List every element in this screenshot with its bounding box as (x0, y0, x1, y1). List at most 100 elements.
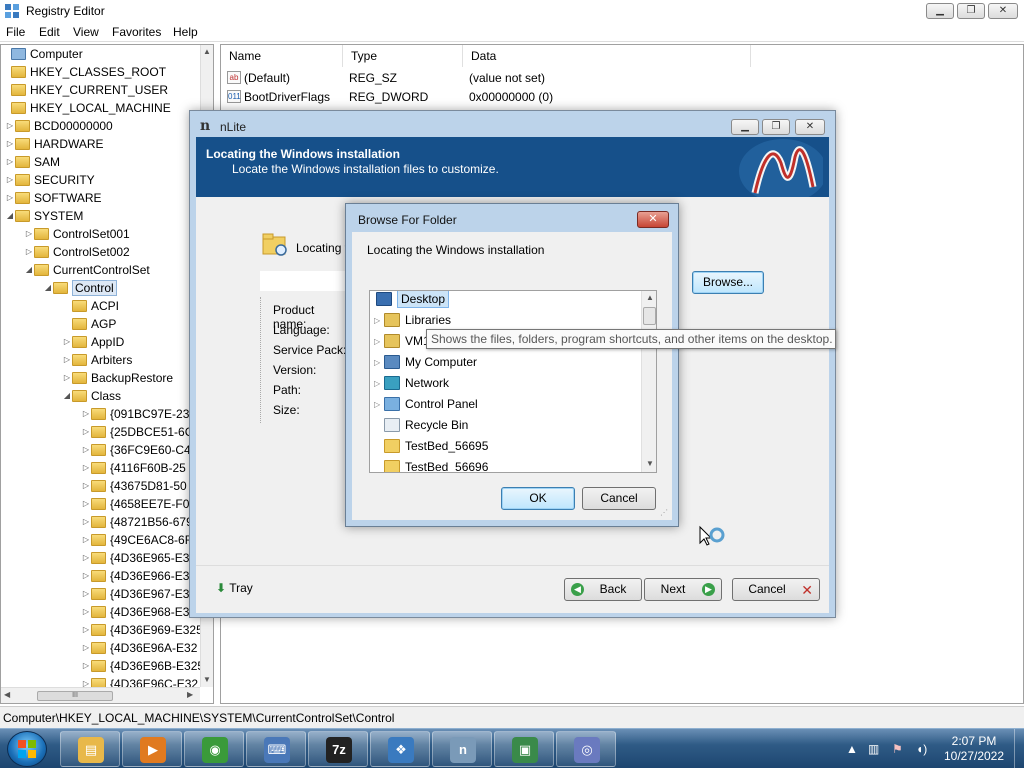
expand-toggle-icon[interactable]: ◢ (62, 387, 72, 405)
expand-toggle-icon[interactable]: ▷ (374, 310, 384, 331)
tree-node[interactable]: HKEY_CURRENT_USER (1, 81, 168, 99)
show-hidden-icons[interactable]: ▲ (846, 742, 858, 756)
back-button[interactable]: ◀ Back (564, 578, 642, 601)
expand-toggle-icon[interactable]: ▷ (374, 352, 384, 373)
action-center-icon[interactable]: ⚑ (892, 742, 903, 756)
expand-toggle-icon[interactable]: ▷ (81, 639, 91, 657)
taskbar-button[interactable]: ◉ (184, 731, 244, 767)
expand-toggle-icon[interactable]: ◢ (5, 207, 15, 225)
folder-tree-item[interactable]: ▷ VM1 (374, 331, 430, 352)
tree-node[interactable]: ▷ {49CE6AC8-6F (81, 531, 192, 549)
folder-tree[interactable]: Desktop ▷ Libraries ▷ VM1 ▷ My Computer ▷ Networ… (369, 290, 657, 473)
expand-toggle-icon[interactable]: ▷ (81, 477, 91, 495)
registry-key-tree[interactable]: Computer HKEY_CLASSES_ROOT HKEY_CURRENT_US… (0, 44, 214, 704)
expand-toggle-icon[interactable]: ▷ (62, 333, 72, 351)
tree-node[interactable]: ACPI (62, 297, 119, 315)
folder-tree-item[interactable]: Recycle Bin (374, 415, 468, 436)
tree-node[interactable]: ▷ {43675D81-50 (81, 477, 187, 495)
expand-toggle-icon[interactable]: ▷ (62, 351, 72, 369)
expand-toggle-icon[interactable]: ▷ (81, 567, 91, 585)
show-desktop-button[interactable] (1014, 729, 1024, 768)
expand-toggle-icon[interactable]: ◢ (43, 279, 53, 297)
scroll-up-icon[interactable]: ▲ (203, 47, 211, 56)
nlite-titlebar[interactable]: n nLite ▁ ❐ ✕ (190, 111, 835, 137)
minimize-button[interactable]: ▁ (926, 3, 954, 19)
scroll-down-icon[interactable]: ▼ (646, 459, 654, 468)
expand-toggle-icon[interactable]: ▷ (81, 441, 91, 459)
scroll-up-icon[interactable]: ▲ (646, 293, 654, 302)
taskbar-button[interactable]: 7z (308, 731, 368, 767)
tree-node[interactable]: AGP (62, 315, 116, 333)
value-row[interactable]: ab (Default) REG_SZ (value not set) (227, 69, 747, 87)
expand-toggle-icon[interactable]: ▷ (5, 153, 15, 171)
tree-node[interactable]: ▷ {4D36E966-E3 (81, 567, 189, 585)
expand-toggle-icon[interactable]: ▷ (5, 117, 15, 135)
tree-node[interactable]: ▷ BCD00000000 (5, 117, 113, 135)
tree-node[interactable]: HKEY_LOCAL_MACHINE (1, 99, 171, 117)
taskbar-button[interactable]: ▤ (60, 731, 120, 767)
tree-node[interactable]: ▷ {48721B56-679 (81, 513, 193, 531)
expand-toggle-icon[interactable]: ▷ (374, 373, 384, 394)
tree-node[interactable]: ▷ Arbiters (62, 351, 132, 369)
expand-toggle-icon[interactable]: ▷ (81, 657, 91, 675)
expand-toggle-icon[interactable]: ▷ (81, 531, 91, 549)
taskbar-button[interactable]: ❖ (370, 731, 430, 767)
folder-tree-item[interactable]: Desktop (370, 291, 450, 310)
expand-toggle-icon[interactable]: ▷ (81, 423, 91, 441)
tree-node[interactable]: ▷ {4D36E96A-E32 (81, 639, 197, 657)
expand-toggle-icon[interactable]: ▷ (5, 189, 15, 207)
nlite-minimize-button[interactable]: ▁ (731, 119, 759, 135)
expand-toggle-icon[interactable]: ▷ (81, 459, 91, 477)
column-header-data[interactable]: Data (463, 45, 751, 67)
menu-favorites[interactable]: Favorites (112, 25, 161, 39)
expand-toggle-icon[interactable]: ▷ (24, 225, 34, 243)
folder-tree-item[interactable]: ▷ My Computer (374, 352, 477, 373)
nlite-cancel-button[interactable]: Cancel ✕ (732, 578, 820, 601)
taskbar-button[interactable]: ⌨ (246, 731, 306, 767)
browse-button[interactable]: Browse... (692, 271, 764, 294)
folder-tree-item[interactable]: ▷ Network (374, 373, 449, 394)
folder-tree-scroll-thumb[interactable] (643, 307, 656, 325)
taskbar-button[interactable]: ▶ (122, 731, 182, 767)
resize-grip-icon[interactable]: ⋰ (660, 508, 668, 517)
tree-node[interactable]: ▷ {4658EE7E-F05 (81, 495, 196, 513)
tree-node[interactable]: ▷ HARDWARE (5, 135, 104, 153)
scroll-down-icon[interactable]: ▼ (203, 675, 211, 684)
tree-node[interactable]: ▷ {4D36E968-E3 (81, 603, 189, 621)
system-clock[interactable]: 2:07 PM 10/27/2022 (938, 734, 1010, 764)
menu-help[interactable]: Help (173, 25, 198, 39)
taskbar-button[interactable]: ◎ (556, 731, 616, 767)
tree-node[interactable]: ▷ AppID (62, 333, 124, 351)
tree-node[interactable]: ▷ SOFTWARE (5, 189, 102, 207)
expand-toggle-icon[interactable]: ▷ (81, 621, 91, 639)
maximize-button[interactable]: ❐ (957, 3, 985, 19)
tree-node[interactable]: ▷ {091BC97E-23 (81, 405, 189, 423)
column-header-name[interactable]: Name (221, 45, 343, 67)
network-tray-icon[interactable]: ▥ (868, 742, 879, 756)
volume-icon[interactable]: ◖) (916, 742, 927, 756)
taskbar-button[interactable]: ▣ (494, 731, 554, 767)
column-header-type[interactable]: Type (343, 45, 463, 67)
expand-toggle-icon[interactable]: ▷ (81, 513, 91, 531)
menu-view[interactable]: View (73, 25, 99, 39)
expand-toggle-icon[interactable]: ▷ (62, 369, 72, 387)
taskbar-button[interactable]: n (432, 731, 492, 767)
tree-node[interactable]: ▷ {4D36E967-E3 (81, 585, 189, 603)
tree-node[interactable]: HKEY_CLASSES_ROOT (1, 63, 166, 81)
tree-node[interactable]: ▷ {36FC9E60-C4 (81, 441, 191, 459)
tray-button[interactable]: ⬇ Tray (216, 581, 253, 595)
browse-dialog-close-button[interactable]: ✕ (637, 211, 669, 228)
tree-node[interactable]: ▷ BackupRestore (62, 369, 173, 387)
folder-tree-item[interactable]: TestBed_56696 (374, 457, 488, 472)
expand-toggle-icon[interactable]: ▷ (81, 405, 91, 423)
start-button[interactable] (7, 731, 47, 767)
tree-node[interactable]: ◢ Control (43, 279, 117, 297)
folder-tree-scrollbar[interactable]: ▲ ▼ (641, 291, 656, 472)
tree-node[interactable]: ▷ SAM (5, 153, 60, 171)
nlite-maximize-button[interactable]: ❐ (762, 119, 790, 135)
tree-node[interactable]: ▷ ControlSet002 (24, 243, 130, 261)
expand-toggle-icon[interactable]: ▷ (374, 331, 384, 352)
browse-cancel-button[interactable]: Cancel (582, 487, 656, 510)
tree-node[interactable]: ▷ {4D36E96B-E325 (81, 657, 204, 675)
tree-horizontal-scrollbar[interactable]: ◀ III ▶ (1, 687, 200, 703)
